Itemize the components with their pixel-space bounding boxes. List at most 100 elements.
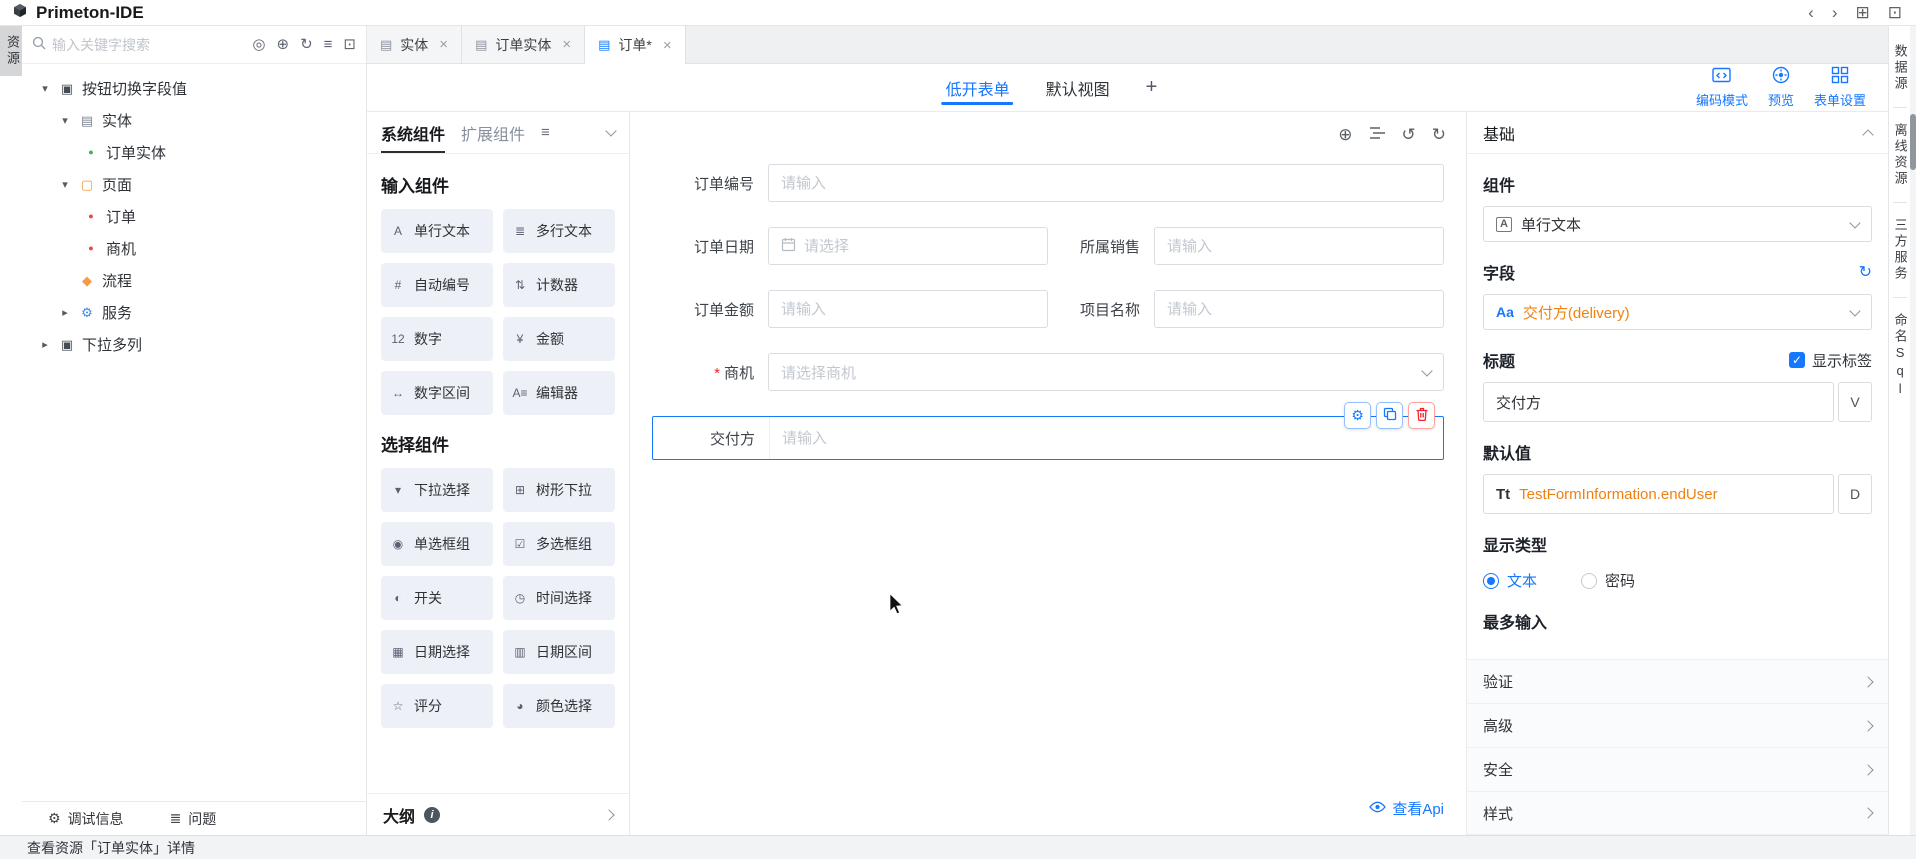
add-view-button[interactable]: +	[1146, 76, 1158, 99]
undo-icon[interactable]: ↺	[1402, 126, 1416, 143]
new-resource-icon[interactable]: ⊕	[277, 37, 290, 52]
ai-icon[interactable]: ◎	[252, 37, 265, 52]
caret-right-icon[interactable]: ▸	[38, 338, 52, 351]
opportunity-select[interactable]: 请选择商机	[768, 353, 1444, 391]
default-value-box[interactable]: Tt	[1483, 474, 1834, 514]
palette-menu-icon[interactable]: ≡	[541, 124, 550, 141]
amount-input[interactable]	[768, 290, 1048, 328]
palette-item-amount[interactable]: ¥金额	[503, 317, 615, 361]
field-settings-button[interactable]: ⚙	[1344, 402, 1371, 429]
view-api-link[interactable]: 查看Api	[1369, 798, 1466, 835]
caret-down-icon[interactable]: ▾	[58, 178, 72, 191]
named-sql-dock-tab[interactable]: 命名Sql	[1892, 303, 1906, 409]
delivery-input[interactable]	[769, 417, 1443, 459]
close-tab-icon[interactable]: ×	[562, 36, 571, 53]
form-field-sales[interactable]: 所属销售	[1048, 227, 1444, 265]
resources-dock-tab[interactable]: 资源	[0, 26, 22, 76]
palette-item-time-picker[interactable]: ◷时间选择	[503, 576, 615, 620]
caret-down-icon[interactable]: ▾	[58, 114, 72, 127]
section-advanced[interactable]: 高级	[1467, 703, 1888, 747]
form-field-order-no[interactable]: 订单编号	[652, 164, 1444, 202]
display-type-text-radio[interactable]: 文本	[1483, 570, 1537, 591]
palette-item-dropdown-select[interactable]: ▾下拉选择	[381, 468, 493, 512]
display-type-password-radio[interactable]: 密码	[1581, 570, 1635, 591]
collapse-palette-icon[interactable]	[605, 125, 616, 136]
doc-tab-entity[interactable]: ▤ 实体 ×	[367, 26, 462, 63]
doc-tab-order-entity[interactable]: ▤ 订单实体 ×	[462, 26, 585, 63]
order-no-input[interactable]	[768, 164, 1444, 202]
form-field-project[interactable]: 项目名称	[1048, 290, 1444, 328]
sales-input-field[interactable]	[1167, 238, 1431, 255]
close-tab-icon[interactable]: ×	[663, 37, 672, 54]
order-no-input-field[interactable]	[781, 175, 1431, 192]
default-value-input[interactable]	[1519, 486, 1821, 503]
palette-item-multi-line-text[interactable]: ≣多行文本	[503, 209, 615, 253]
form-field-order-date[interactable]: 订单日期	[652, 227, 1048, 265]
default-dynamic-button[interactable]: D	[1838, 474, 1872, 514]
tree-item-order-entity[interactable]: ● 订单实体	[22, 136, 366, 168]
tab-extension-components[interactable]: 扩展组件	[461, 112, 525, 153]
tab-lowcode-form[interactable]: 低开表单	[946, 64, 1010, 111]
tree-item-process[interactable]: ◆ 流程	[22, 264, 366, 296]
expand-outline-icon[interactable]	[603, 809, 614, 820]
palette-item-date-picker[interactable]: ▦日期选择	[381, 630, 493, 674]
collapse-section-icon[interactable]	[1862, 129, 1873, 140]
delete-field-button[interactable]	[1408, 402, 1435, 429]
selected-component-box[interactable]: 交付方 ⚙	[652, 416, 1444, 460]
tree-item-opportunity-page[interactable]: ● 商机	[22, 232, 366, 264]
form-field-opportunity[interactable]: *商机 请选择商机	[652, 353, 1444, 391]
section-style[interactable]: 样式	[1467, 791, 1888, 835]
window-layout-icon[interactable]: ⊡	[1888, 4, 1902, 21]
palette-item-number[interactable]: 12数字	[381, 317, 493, 361]
datasource-dock-tab[interactable]: 数据源	[1892, 34, 1906, 102]
project-input-field[interactable]	[1167, 301, 1431, 318]
form-field-delivery-selected[interactable]: 交付方 ⚙	[652, 416, 1444, 460]
refresh-icon[interactable]: ↻	[300, 37, 313, 52]
palette-item-switch[interactable]: ◐开关	[381, 576, 493, 620]
tree-item-button-switch-field[interactable]: ▾ ▣ 按钮切换字段值	[22, 72, 366, 104]
palette-item-tree-dropdown[interactable]: ⊞树形下拉	[503, 468, 615, 512]
palette-item-color-picker[interactable]: ◕颜色选择	[503, 684, 615, 728]
tab-default-view[interactable]: 默认视图	[1046, 64, 1110, 111]
delivery-input-field[interactable]	[782, 430, 1431, 447]
scrollbar[interactable]	[1910, 26, 1916, 835]
caret-right-icon[interactable]: ▸	[58, 306, 72, 319]
palette-item-number-range[interactable]: ↔数字区间	[381, 371, 493, 415]
form-field-amount[interactable]: 订单金额	[652, 290, 1048, 328]
field-select[interactable]: Aa 交付方(delivery)	[1483, 294, 1872, 330]
tree-item-order-page[interactable]: ● 订单	[22, 200, 366, 232]
palette-item-single-line-text[interactable]: A单行文本	[381, 209, 493, 253]
debug-info-tab[interactable]: ⚙ 调试信息	[48, 809, 124, 829]
component-select[interactable]: A 单行文本	[1483, 206, 1872, 242]
thirdparty-services-dock-tab[interactable]: 三方服务	[1892, 208, 1906, 292]
title-input-box[interactable]	[1483, 382, 1834, 422]
amount-input-field[interactable]	[781, 301, 1035, 318]
caret-down-icon[interactable]: ▾	[38, 82, 52, 95]
tree-item-entities[interactable]: ▾ ▤ 实体	[22, 104, 366, 136]
palette-item-editor[interactable]: A≡编辑器	[503, 371, 615, 415]
title-input[interactable]	[1496, 394, 1821, 411]
section-security[interactable]: 安全	[1467, 747, 1888, 791]
outline-view-icon[interactable]	[1369, 126, 1386, 143]
form-settings-button[interactable]: 表单设置	[1814, 66, 1866, 109]
filter-icon[interactable]: ≡	[324, 37, 333, 52]
copy-field-button[interactable]	[1376, 402, 1403, 429]
order-date-picker[interactable]	[768, 227, 1048, 265]
tree-item-pages[interactable]: ▾ ▢ 页面	[22, 168, 366, 200]
doc-tab-order-active[interactable]: ▤ 订单* ×	[585, 26, 686, 64]
tree-item-dropdown-multicolumn[interactable]: ▸ ▣ 下拉多列	[22, 328, 366, 360]
palette-item-date-range[interactable]: ▥日期区间	[503, 630, 615, 674]
palette-item-checkbox-group[interactable]: ☑多选框组	[503, 522, 615, 566]
refresh-field-icon[interactable]: ↻	[1859, 262, 1872, 282]
order-date-input-field[interactable]	[804, 238, 1035, 255]
web-icon[interactable]: ⊕	[1338, 126, 1352, 143]
section-validation[interactable]: 验证	[1467, 659, 1888, 703]
sales-input[interactable]	[1154, 227, 1444, 265]
tab-system-components[interactable]: 系统组件	[381, 112, 445, 153]
problems-tab[interactable]: ≣ 问题	[170, 809, 217, 829]
title-variable-button[interactable]: V	[1838, 382, 1872, 422]
split-view-icon[interactable]: ⊞	[1856, 4, 1870, 21]
props-header[interactable]: 基础	[1467, 112, 1888, 154]
palette-item-auto-number[interactable]: #自动编号	[381, 263, 493, 307]
redo-icon[interactable]: ↻	[1432, 126, 1446, 143]
